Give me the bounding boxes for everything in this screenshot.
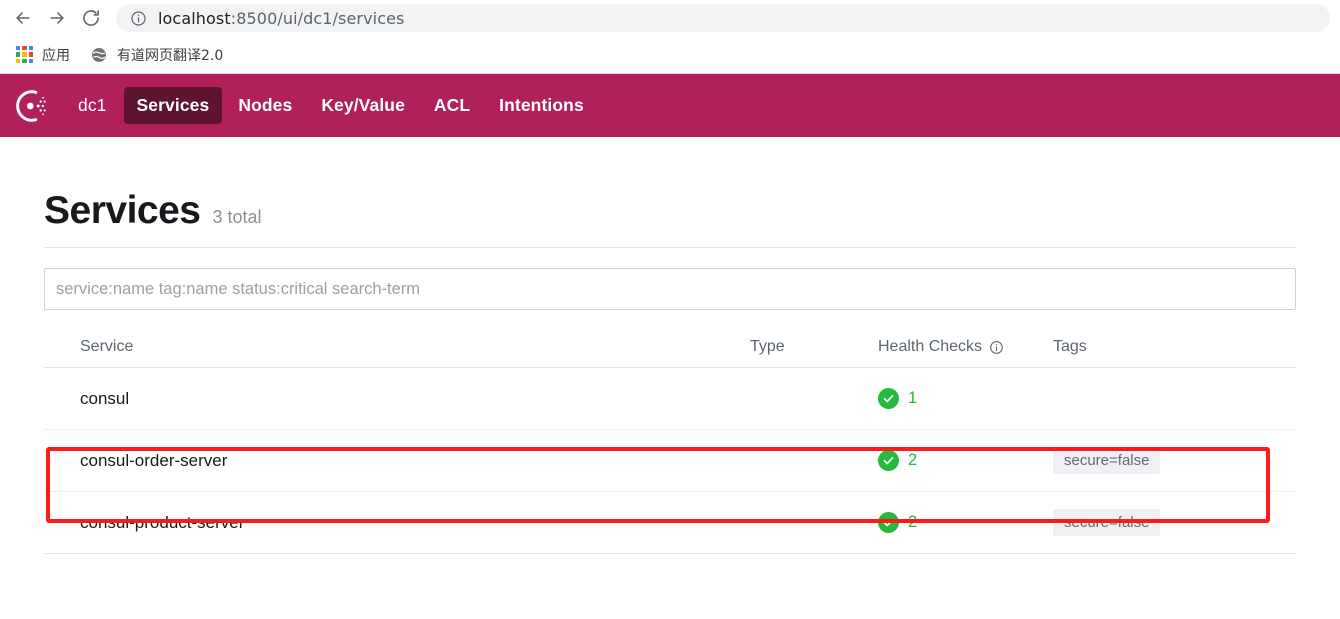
consul-logo-icon[interactable] (14, 87, 52, 125)
column-header-health-checks[interactable]: Health Checks (878, 338, 1053, 356)
reload-icon (81, 8, 101, 28)
search-input[interactable] (44, 268, 1296, 310)
browser-chrome: localhost:8500/ui/dc1/services 应用 有道网页翻译… (0, 0, 1340, 74)
column-header-health-checks-label: Health Checks (878, 338, 983, 355)
bookmark-apps-label: 应用 (42, 47, 70, 64)
site-info-icon[interactable] (130, 10, 147, 27)
bookmarks-bar: 应用 有道网页翻译2.0 (0, 36, 1340, 74)
forward-button[interactable] (40, 3, 74, 33)
table-row[interactable]: consul-order-server 2 secure=false (44, 430, 1296, 492)
tag-chip[interactable]: secure=false (1053, 447, 1161, 474)
health-check-count: 2 (908, 513, 918, 531)
service-link[interactable]: consul (80, 389, 129, 408)
check-circle-icon (878, 450, 899, 471)
nav-item-services[interactable]: Services (123, 87, 223, 124)
bookmark-youdao-label: 有道网页翻译2.0 (117, 47, 224, 64)
back-button[interactable] (6, 3, 40, 33)
table-row[interactable]: consul-product-server 2 secure=false (44, 492, 1296, 554)
bookmark-youdao-translate[interactable]: 有道网页翻译2.0 (82, 41, 231, 69)
search-container (44, 248, 1296, 310)
cell-health-checks: 2 (878, 450, 1053, 471)
back-arrow-icon (13, 8, 33, 28)
table-header-row: Service Type Health Checks Tags (44, 338, 1296, 368)
column-header-type[interactable]: Type (750, 338, 878, 356)
services-table: Service Type Health Checks Tags consul 1… (44, 338, 1296, 554)
page-title: Services (44, 189, 201, 232)
service-link[interactable]: consul-product-server (80, 513, 244, 532)
column-header-tags[interactable]: Tags (1053, 338, 1296, 356)
bookmark-apps[interactable]: 应用 (8, 41, 78, 69)
nav-item-intentions[interactable]: Intentions (486, 87, 597, 124)
cell-service: consul-product-server (44, 513, 750, 533)
column-header-service[interactable]: Service (44, 338, 750, 356)
cell-service: consul-order-server (44, 451, 750, 471)
nav-item-nodes[interactable]: Nodes (225, 87, 305, 124)
cell-tags: secure=false (1053, 447, 1296, 474)
reload-button[interactable] (74, 3, 108, 33)
nav-item-acl[interactable]: ACL (421, 87, 483, 124)
globe-icon (90, 46, 108, 64)
health-check-count: 1 (908, 389, 918, 407)
check-circle-icon (878, 512, 899, 533)
info-icon[interactable] (989, 340, 1004, 355)
health-check-count: 2 (908, 451, 918, 469)
cell-service: consul (44, 389, 750, 409)
cell-tags: secure=false (1053, 509, 1296, 536)
browser-toolbar: localhost:8500/ui/dc1/services (0, 0, 1340, 36)
forward-arrow-icon (47, 8, 67, 28)
nav-item-key-value[interactable]: Key/Value (308, 87, 418, 124)
page-header: Services 3 total (44, 137, 1296, 248)
nav-datacenter-selector[interactable]: dc1 (70, 87, 121, 124)
url-path: :8500/ui/dc1/services (230, 8, 405, 28)
url-text: localhost:8500/ui/dc1/services (158, 9, 404, 28)
apps-grid-icon (16, 46, 33, 63)
tag-chip[interactable]: secure=false (1053, 509, 1161, 536)
page-content: Services 3 total Service Type Health Che… (0, 137, 1340, 554)
cell-health-checks: 1 (878, 388, 1053, 409)
url-host: localhost (158, 8, 231, 28)
consul-main-nav: dc1 Services Nodes Key/Value ACL Intenti… (0, 74, 1340, 137)
service-link[interactable]: consul-order-server (80, 451, 227, 470)
table-row[interactable]: consul 1 (44, 368, 1296, 430)
address-bar[interactable]: localhost:8500/ui/dc1/services (116, 4, 1330, 32)
cell-health-checks: 2 (878, 512, 1053, 533)
page-total-count: 3 total (212, 207, 262, 227)
check-circle-icon (878, 388, 899, 409)
